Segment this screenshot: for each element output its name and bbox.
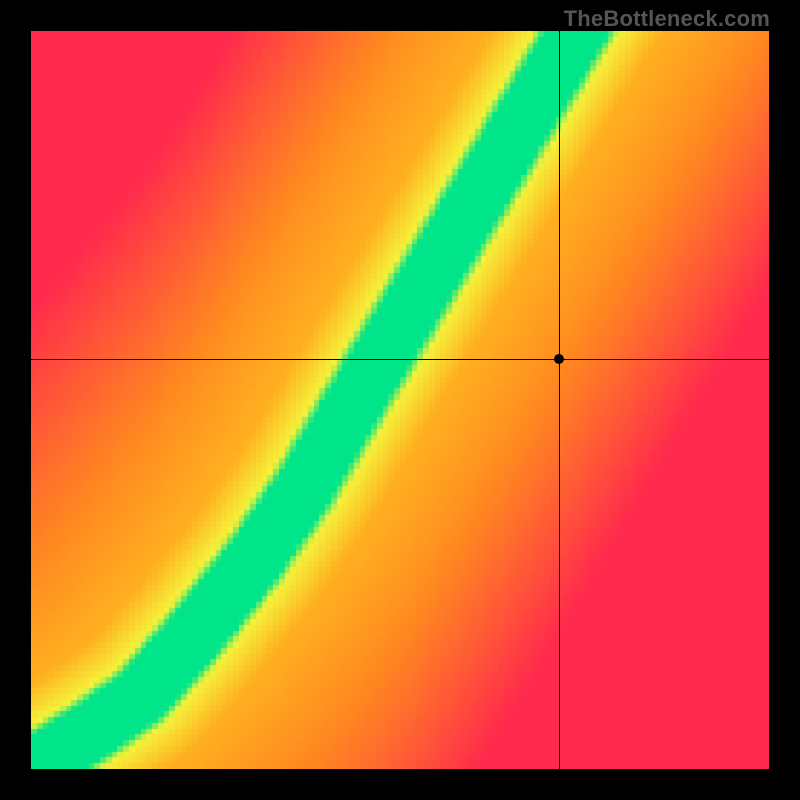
crosshair-horizontal	[31, 359, 769, 360]
watermark-text: TheBottleneck.com	[564, 6, 770, 32]
heatmap-plot	[31, 31, 769, 769]
crosshair-vertical	[559, 31, 560, 769]
chart-frame: TheBottleneck.com	[0, 0, 800, 800]
marker-dot	[554, 354, 564, 364]
heatmap-canvas	[31, 31, 769, 769]
